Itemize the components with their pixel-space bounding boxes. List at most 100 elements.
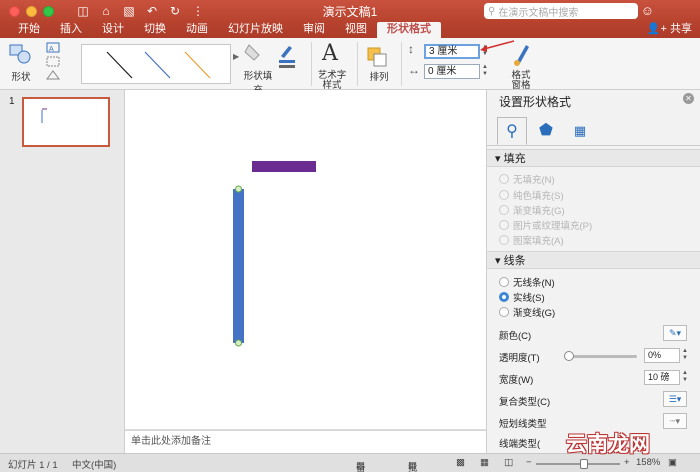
zoom-window-button[interactable] [43, 5, 54, 17]
slide-number: 1 [9, 96, 15, 107]
shape-height-field[interactable]: 3 厘米 [424, 44, 480, 59]
arrange-label: 排列 [369, 72, 389, 83]
zoom-value[interactable]: 158% [636, 457, 660, 468]
ribbon-tabs: 开始 插入 设计 切换 动画 幻灯片放映 审阅 视图 形状格式 👤+ 共享 [0, 22, 700, 38]
width-icon: ↔ [408, 63, 420, 77]
more-icon[interactable]: ⋮ [191, 4, 205, 18]
shape-styles-gallery[interactable] [81, 44, 231, 84]
pane-close-icon[interactable]: ✕ [683, 93, 694, 104]
arrange-icon[interactable] [366, 46, 390, 68]
dash-type-dropdown[interactable]: ┄▾ [663, 413, 687, 429]
fill-option-label: 图案填充(A) [513, 236, 564, 247]
ribbon-separator [357, 42, 358, 86]
fill-option-solid: 纯色填充(S) [499, 188, 564, 202]
line-option-none[interactable]: 无线条(N) [499, 275, 555, 289]
radio [499, 174, 509, 184]
notes-area[interactable]: 单击此处添加备注 [125, 430, 486, 453]
sorter-view-icon[interactable]: ▦ [480, 457, 489, 468]
zoom-in-icon[interactable]: + [624, 457, 630, 468]
tab-review[interactable]: 审阅 [293, 22, 335, 38]
line-color-picker[interactable]: ✎▾ [663, 325, 687, 341]
line-option-label: 渐变线(G) [513, 308, 556, 319]
tab-slideshow[interactable]: 幻灯片放映 [218, 22, 293, 38]
language-status[interactable]: 中文(中国) [72, 457, 116, 471]
reading-view-icon[interactable]: ◫ [504, 457, 513, 468]
tab-design[interactable]: 设计 [92, 22, 134, 38]
search-icon: ⚲ [488, 5, 496, 17]
redo-icon[interactable]: ↻ [168, 4, 182, 18]
undo-icon[interactable]: ↶ [145, 4, 159, 18]
width-label: 宽度(W) [499, 375, 534, 386]
gallery-more-icon[interactable]: ▶ [233, 52, 239, 61]
window-controls [9, 5, 54, 17]
slider-knob[interactable] [564, 351, 574, 361]
minimize-window-button[interactable] [26, 5, 37, 17]
size-properties-icon[interactable]: ▦ [565, 117, 595, 145]
home-icon[interactable]: ⌂ [99, 4, 113, 18]
shape-fill-outline-icons[interactable] [243, 42, 303, 68]
watermark: 云南龙网 [566, 432, 650, 456]
pane-tabs: ⚲ ⬟ ▦ [487, 114, 700, 146]
normal-view-icon[interactable]: ▩ [456, 457, 465, 468]
line-option-solid[interactable]: 实线(S) [499, 290, 545, 304]
feedback-smiley-icon[interactable]: ☺ [641, 3, 654, 18]
dash-type-label: 短划线类型 [499, 419, 547, 430]
line-width-field[interactable]: 10 磅 [644, 370, 680, 385]
zoom-slider[interactable] [536, 459, 620, 469]
tab-transitions[interactable]: 切换 [134, 22, 176, 38]
slide-thumbnail[interactable] [22, 97, 110, 147]
fill-option-picture: 图片或纹理填充(P) [499, 218, 592, 232]
sidebar-toggle-icon[interactable]: ◫ [76, 4, 90, 18]
compound-type-label: 复合类型(C) [499, 397, 551, 408]
fit-slide-icon[interactable]: ▣ [668, 457, 677, 468]
wordart-icon[interactable]: A [322, 41, 338, 66]
zoom-knob[interactable] [580, 459, 588, 469]
width-stepper[interactable]: ▲ ▼ [482, 64, 489, 79]
title-bar: ◫ ⌂ ▧ ↶ ↻ ⋮ 演示文稿1 ⚲ 在演示文稿中搜索 ☺ [0, 0, 700, 22]
cap-type-label: 线端类型( [499, 439, 541, 450]
format-pane-icon[interactable] [510, 41, 534, 67]
close-window-button[interactable] [9, 5, 20, 17]
transparency-stepper[interactable]: ▲ ▼ [682, 348, 689, 363]
tab-view[interactable]: 视图 [335, 22, 377, 38]
slide-canvas[interactable] [125, 90, 486, 430]
search-input[interactable]: ⚲ 在演示文稿中搜索 [484, 3, 638, 19]
svg-text:A: A [49, 46, 54, 53]
shapes-icon[interactable] [8, 43, 34, 65]
ribbon: 形状 A ▶ 形状填充 A 艺术字 样式 排列 ↕ 3 厘米 ▲▼ ↔ 0 厘米… [0, 38, 700, 96]
transparency-slider[interactable] [564, 351, 637, 361]
share-button[interactable]: 👤+ 共享 [647, 22, 692, 37]
dash-lines-icon: ┄▾ [670, 416, 680, 426]
tab-home[interactable]: 开始 [8, 22, 50, 38]
share-icon: 👤+ [646, 23, 670, 35]
line-width-stepper[interactable]: ▲ ▼ [682, 370, 689, 385]
fill-line-icon[interactable]: ⚲ [497, 117, 527, 145]
line-section-label: 线条 [503, 255, 526, 267]
ribbon-separator [311, 42, 312, 86]
effects-pentagon-icon[interactable]: ⬟ [531, 117, 561, 145]
slide-thumbnails-pane: 1 [0, 90, 125, 453]
tab-insert[interactable]: 插入 [50, 22, 92, 38]
tab-shape-format[interactable]: 形状格式 [377, 22, 441, 38]
line-option-gradient[interactable]: 渐变线(G) [499, 305, 555, 319]
fill-section-header[interactable]: ▾ 填充 [487, 149, 700, 167]
thumbnail-preview [41, 108, 47, 123]
shape-width-field[interactable]: 0 厘米 [424, 64, 480, 79]
blue-line-shape [233, 189, 244, 343]
radio [499, 277, 509, 287]
radio [499, 205, 509, 215]
purple-line-shape [252, 161, 316, 172]
line-section-header[interactable]: ▾ 线条 [487, 251, 700, 269]
fill-option-label: 图片或纹理填充(P) [513, 221, 593, 232]
tab-animations[interactable]: 动画 [176, 22, 218, 38]
fill-option-label: 渐变填充(G) [513, 206, 565, 217]
edit-shape-icons[interactable]: A [44, 41, 68, 85]
compound-type-dropdown[interactable]: ☰▾ [663, 391, 687, 407]
pen-icon: ✎▾ [668, 328, 682, 338]
zoom-out-icon[interactable]: − [526, 457, 532, 468]
save-icon[interactable]: ▧ [122, 4, 136, 18]
radio [499, 220, 509, 230]
fill-option-label: 纯色填充(S) [513, 191, 564, 202]
transparency-field[interactable]: 0% [644, 348, 680, 363]
radio [499, 190, 509, 200]
